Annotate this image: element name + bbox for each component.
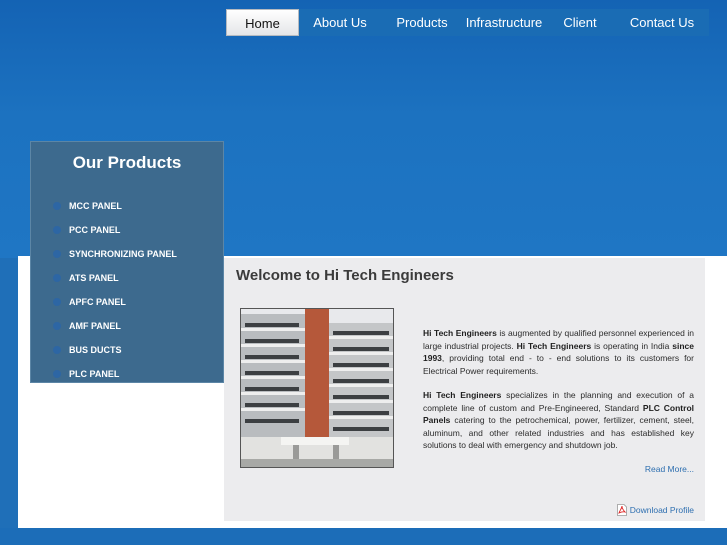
sidebar-item-label: PLC PANEL xyxy=(69,369,120,379)
bullet-icon xyxy=(53,226,61,234)
download-profile-label: Download Profile xyxy=(629,505,694,515)
welcome-section: Welcome to Hi Tech Engineers Hi Tech Eng… xyxy=(224,258,705,521)
nav-products[interactable]: Products xyxy=(381,9,463,36)
bullet-icon xyxy=(53,322,61,330)
page-title: Welcome to Hi Tech Engineers xyxy=(236,267,454,284)
nav-home[interactable]: Home xyxy=(226,9,299,36)
main-nav: Home About Us Products Infrastructure Cl… xyxy=(226,9,709,36)
footer-strip xyxy=(0,528,727,545)
sidebar-title: Our Products xyxy=(72,153,182,172)
bullet-icon xyxy=(53,298,61,306)
text-run: catering to the petrochemical, power, fe… xyxy=(423,415,694,450)
nav-contact-us[interactable]: Contact Us xyxy=(615,9,709,36)
sidebar-item-label: ATS PANEL xyxy=(69,273,119,283)
sidebar-item-apfc-panel[interactable]: APFC PANEL xyxy=(53,290,177,314)
text-run: is operating in India xyxy=(591,340,673,351)
building-photo xyxy=(240,308,394,468)
nav-client[interactable]: Client xyxy=(545,9,615,36)
sidebar-item-label: APFC PANEL xyxy=(69,297,126,307)
pdf-icon xyxy=(616,504,627,516)
nav-about-us[interactable]: About Us xyxy=(299,9,381,36)
sidebar-item-mcc-panel[interactable]: MCC PANEL xyxy=(53,194,177,218)
sidebar-item-amf-panel[interactable]: AMF PANEL xyxy=(53,314,177,338)
intro-paragraph-2: Hi Tech Engineers specializes in the pla… xyxy=(423,389,694,452)
nav-infrastructure[interactable]: Infrastructure xyxy=(463,9,545,36)
sidebar-item-synchronizing-panel[interactable]: SYNCHRONIZING PANEL xyxy=(53,242,177,266)
products-sidebar: Our Products MCC PANEL PCC PANEL SYNCHRO… xyxy=(30,141,224,383)
sidebar-item-bus-ducts[interactable]: BUS DUCTS xyxy=(53,338,177,362)
company-name: Hi Tech Engineers xyxy=(423,390,502,400)
company-name: Hi Tech Engineers xyxy=(423,328,497,338)
product-list: MCC PANEL PCC PANEL SYNCHRONIZING PANEL … xyxy=(53,194,177,386)
bullet-icon xyxy=(53,370,61,378)
sidebar-item-label: BUS DUCTS xyxy=(69,345,122,355)
bullet-icon xyxy=(53,274,61,282)
read-more-link[interactable]: Read More... xyxy=(645,464,694,474)
sidebar-item-ats-panel[interactable]: ATS PANEL xyxy=(53,266,177,290)
intro-text: Hi Tech Engineers is augmented by qualif… xyxy=(423,327,694,464)
text-run: , providing total end - to - end solutio… xyxy=(423,353,694,376)
sidebar-item-label: AMF PANEL xyxy=(69,321,121,331)
sidebar-item-label: SYNCHRONIZING PANEL xyxy=(69,249,177,259)
sidebar-item-label: MCC PANEL xyxy=(69,201,122,211)
sidebar-item-pcc-panel[interactable]: PCC PANEL xyxy=(53,218,177,242)
intro-paragraph-1: Hi Tech Engineers is augmented by qualif… xyxy=(423,327,694,377)
bullet-icon xyxy=(53,250,61,258)
sidebar-item-plc-panel[interactable]: PLC PANEL xyxy=(53,362,177,386)
company-name: Hi Tech Engineers xyxy=(516,340,592,351)
sidebar-item-label: PCC PANEL xyxy=(69,225,121,235)
download-profile-link[interactable]: Download Profile xyxy=(616,504,694,516)
bullet-icon xyxy=(53,202,61,210)
bullet-icon xyxy=(53,346,61,354)
